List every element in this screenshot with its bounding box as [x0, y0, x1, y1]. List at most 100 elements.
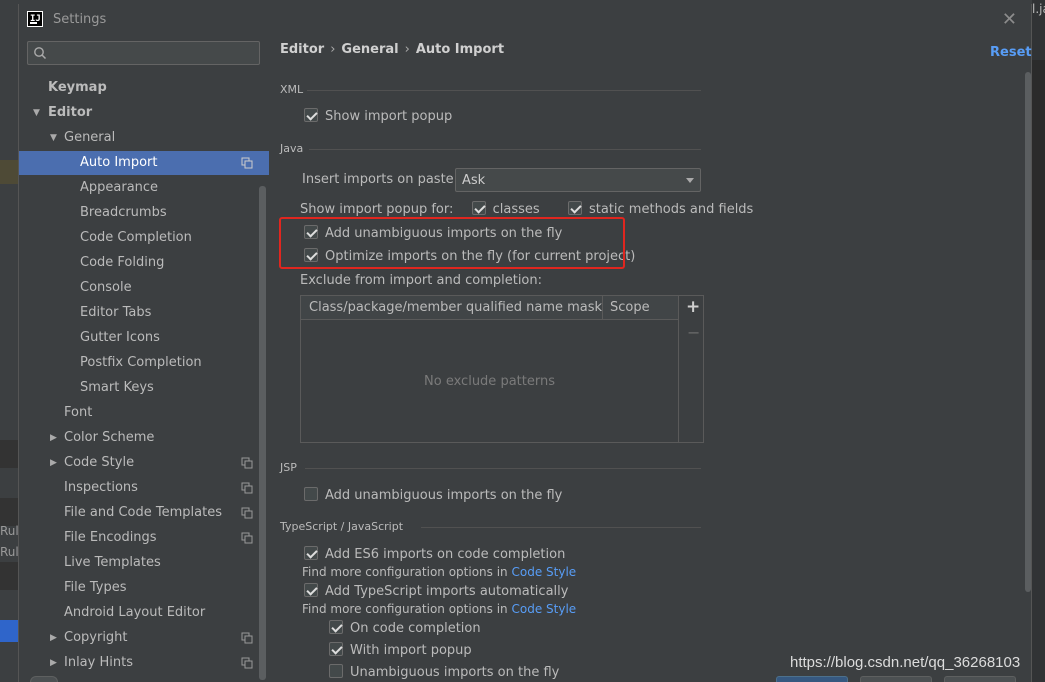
- add-es6-imports-checkbox[interactable]: [304, 546, 318, 560]
- sidebar-item-label: Font: [64, 405, 93, 420]
- add-unambiguous-imports-checkbox[interactable]: [304, 225, 318, 239]
- exclude-table: Class/package/member qualified name mask…: [300, 295, 704, 443]
- section-divider: [309, 149, 701, 150]
- sidebar-item-keymap[interactable]: Keymap: [19, 76, 269, 100]
- sidebar-item-label: Editor: [48, 105, 93, 120]
- checkbox-label[interactable]: Optimize imports on the fly (for current…: [325, 249, 635, 264]
- on-code-completion-checkbox[interactable]: [329, 620, 343, 634]
- unambiguous-imports-checkbox[interactable]: [329, 664, 343, 678]
- section-title-jsp: JSP: [280, 461, 297, 474]
- section-divider: [305, 468, 701, 469]
- classes-checkbox[interactable]: [471, 201, 486, 215]
- sidebar-item-breadcrumbs[interactable]: Breadcrumbs: [19, 201, 269, 225]
- sidebar-item-general[interactable]: ▼ General: [19, 126, 269, 150]
- jsp-add-unambiguous-row: Add unambiguous imports on the fly: [304, 487, 562, 504]
- add-typescript-imports-checkbox[interactable]: [304, 583, 318, 597]
- apply-button[interactable]: [944, 676, 1016, 682]
- ok-button[interactable]: [776, 676, 848, 682]
- ts-imports-row: Add TypeScript imports automatically: [304, 583, 568, 600]
- checkbox-label[interactable]: Add TypeScript imports automatically: [325, 584, 568, 599]
- static-methods-checkbox[interactable]: [567, 201, 582, 215]
- sidebar-item-copyright[interactable]: ▶ Copyright: [19, 626, 269, 650]
- close-icon[interactable]: ✕: [1002, 9, 1017, 30]
- project-scope-icon: [241, 482, 253, 494]
- cancel-button[interactable]: [860, 676, 932, 682]
- search-input[interactable]: [52, 44, 252, 62]
- sidebar-item-inspections[interactable]: Inspections: [19, 476, 269, 500]
- collapse-arrow-icon[interactable]: ▶: [50, 651, 57, 675]
- xml-show-import-popup-row: Show import popup: [304, 108, 452, 125]
- with-import-popup-checkbox[interactable]: [329, 642, 343, 656]
- sidebar-item-smart-keys[interactable]: Smart Keys: [19, 376, 269, 400]
- sidebar-item-font[interactable]: Font: [19, 401, 269, 425]
- sidebar-item-file-types[interactable]: File Types: [19, 576, 269, 600]
- sidebar-item-inlay-hints[interactable]: ▶ Inlay Hints: [19, 651, 269, 675]
- sidebar-item-editor-tabs[interactable]: Editor Tabs: [19, 301, 269, 325]
- breadcrumb-separator-icon: ›: [404, 42, 410, 57]
- background-highlight-strip: [0, 160, 18, 184]
- search-icon: [34, 47, 47, 60]
- section-title-java: Java: [280, 142, 304, 155]
- sidebar-item-file-and-code-templates[interactable]: File and Code Templates: [19, 501, 269, 525]
- settings-search[interactable]: [27, 41, 260, 65]
- sidebar-item-postfix-completion[interactable]: Postfix Completion: [19, 351, 269, 375]
- sidebar-item-label: Breadcrumbs: [80, 205, 167, 220]
- sidebar-item-android-layout-editor[interactable]: Android Layout Editor: [19, 601, 269, 625]
- code-style-link[interactable]: Code Style: [512, 602, 577, 616]
- background-panel: [1032, 60, 1045, 260]
- sidebar-item-label: Android Layout Editor: [64, 605, 206, 620]
- optimize-imports-checkbox[interactable]: [304, 248, 318, 262]
- checkbox-label[interactable]: Unambiguous imports on the fly: [350, 665, 559, 680]
- sidebar-item-editor[interactable]: ▼ Editor: [19, 101, 269, 125]
- add-icon[interactable]: +: [686, 297, 700, 317]
- column-header-mask[interactable]: Class/package/member qualified name mask: [309, 300, 602, 315]
- remove-icon[interactable]: −: [687, 323, 700, 342]
- code-style-link[interactable]: Code Style: [512, 565, 577, 579]
- checkbox-label[interactable]: Show import popup: [325, 109, 452, 124]
- expand-arrow-icon[interactable]: ▼: [33, 101, 40, 125]
- sidebar-item-live-templates[interactable]: Live Templates: [19, 551, 269, 575]
- sidebar-item-code-completion[interactable]: Code Completion: [19, 226, 269, 250]
- checkbox-label[interactable]: With import popup: [350, 643, 472, 658]
- dialog-titlebar: IJ Settings ✕: [19, 4, 1031, 36]
- checkbox-label[interactable]: Add unambiguous imports on the fly: [325, 488, 562, 503]
- collapse-arrow-icon[interactable]: ▶: [50, 626, 57, 650]
- sidebar-item-color-scheme[interactable]: ▶ Color Scheme: [19, 426, 269, 450]
- sidebar-item-code-style[interactable]: ▶ Code Style: [19, 451, 269, 475]
- column-header-scope[interactable]: Scope: [610, 300, 650, 315]
- checkbox-label[interactable]: classes: [493, 202, 540, 217]
- sidebar-item-appearance[interactable]: Appearance: [19, 176, 269, 200]
- collapse-arrow-icon[interactable]: ▶: [50, 426, 57, 450]
- hint-text: Find more configuration options in: [302, 565, 508, 579]
- expand-arrow-icon[interactable]: ▼: [50, 126, 57, 150]
- sidebar-item-label: Gutter Icons: [80, 330, 160, 345]
- help-button[interactable]: [30, 676, 58, 682]
- checkbox-label[interactable]: static methods and fields: [589, 202, 753, 217]
- settings-content: Editor › General › Auto Import Reset XML Sho…: [269, 36, 1032, 682]
- sidebar-item-gutter-icons[interactable]: Gutter Icons: [19, 326, 269, 350]
- checkbox-label[interactable]: Add unambiguous imports on the fly: [325, 226, 562, 241]
- collapse-arrow-icon[interactable]: ▶: [50, 451, 57, 475]
- sidebar-item-console[interactable]: Console: [19, 276, 269, 300]
- section-title-xml: XML: [280, 83, 304, 96]
- jsp-add-unambiguous-checkbox[interactable]: [304, 487, 318, 501]
- project-scope-icon: [241, 507, 253, 519]
- checkbox-label[interactable]: Add ES6 imports on code completion: [325, 547, 565, 562]
- project-scope-icon: [241, 657, 253, 669]
- sidebar-scrollbar[interactable]: [259, 186, 266, 680]
- checkbox-label[interactable]: On code completion: [350, 621, 481, 636]
- reset-link[interactable]: Reset: [990, 45, 1032, 60]
- sidebar-item-code-folding[interactable]: Code Folding: [19, 251, 269, 275]
- sidebar-item-auto-import[interactable]: Auto Import: [19, 151, 269, 175]
- unambiguous-partial-row: Unambiguous imports on the fly: [329, 664, 559, 681]
- sidebar-item-label: File and Code Templates: [64, 505, 222, 520]
- xml-show-import-popup-checkbox[interactable]: [304, 108, 318, 122]
- insert-imports-dropdown[interactable]: Ask: [455, 168, 701, 192]
- sidebar-item-file-encodings[interactable]: File Encodings: [19, 526, 269, 550]
- background-selection-strip: [0, 620, 18, 642]
- sidebar-item-label: Postfix Completion: [80, 355, 202, 370]
- content-scrollbar[interactable]: [1025, 72, 1031, 592]
- sidebar-item-label: File Encodings: [64, 530, 157, 545]
- background-ide-left: Rul Rul: [0, 0, 19, 682]
- insert-imports-label: Insert imports on paste:: [302, 172, 459, 187]
